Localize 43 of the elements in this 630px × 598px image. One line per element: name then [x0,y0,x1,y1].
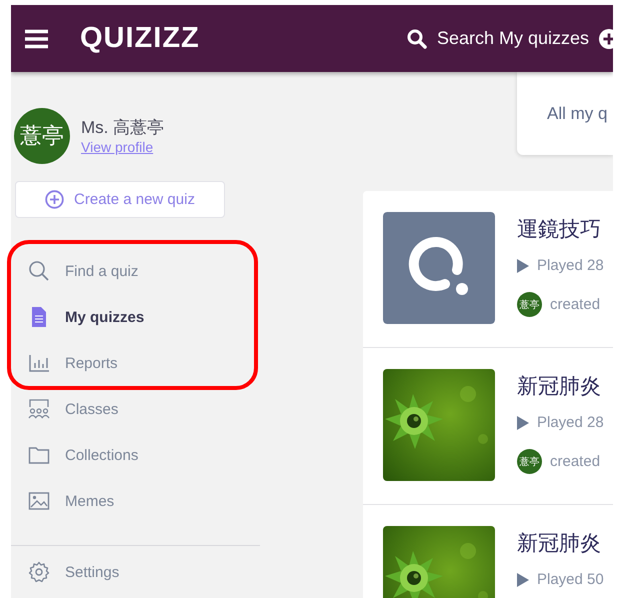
nav-label: Settings [65,564,120,580]
plus-circle-icon [45,190,64,209]
played-count: Played 50 [537,571,604,588]
search-icon [28,260,50,282]
play-icon [517,572,529,586]
nav-label: My quizzes [65,308,144,326]
nav-item[interactable]: Memes [11,478,260,524]
create-quiz-button[interactable]: Create a new quiz [15,181,225,218]
nav-item[interactable]: Settings [11,549,260,595]
nav-item[interactable]: Classes [11,386,260,432]
classroom-icon [28,398,50,420]
nav-item[interactable]: Find a quiz [11,248,260,294]
filter-label[interactable]: All my q [547,104,608,124]
created-date: created [550,453,600,470]
nav-label: Memes [65,492,114,510]
bar-chart-icon [28,352,50,374]
quiz-title[interactable]: 新冠肺炎 [517,529,601,557]
search-field[interactable]: Search My quizzes [436,28,589,49]
nav-label: Find a quiz [65,262,138,280]
menu-icon[interactable] [25,28,48,48]
play-icon [517,258,529,272]
quiz-title[interactable]: 運鏡技巧 [517,215,601,243]
creator-avatar: 薏亭 [517,292,542,317]
quiz-title[interactable]: 新冠肺炎 [517,372,601,400]
played-count: Played 28 [537,414,604,431]
plus-icon[interactable] [599,28,613,48]
nav-label: Collections [65,446,138,464]
image-icon [28,490,50,512]
nav-item[interactable]: Reports [11,340,260,386]
created-date: created [550,296,600,313]
nav-label: Reports [65,354,118,372]
play-icon [517,416,529,430]
profile-link[interactable]: View profile [81,138,154,154]
logo[interactable]: QUIZIZZ [80,22,200,55]
search-icon[interactable] [406,28,427,48]
nav-label: Classes [65,400,118,418]
avatar: 薏亭 [14,108,70,164]
played-count: Played 28 [537,257,604,274]
nav-item[interactable]: My quizzes [11,294,260,340]
user-name: Ms. 高薏亭 [81,116,164,138]
settings-icon [28,561,50,583]
nav-item[interactable]: Collections [11,432,260,478]
creator-avatar: 薏亭 [517,449,542,474]
